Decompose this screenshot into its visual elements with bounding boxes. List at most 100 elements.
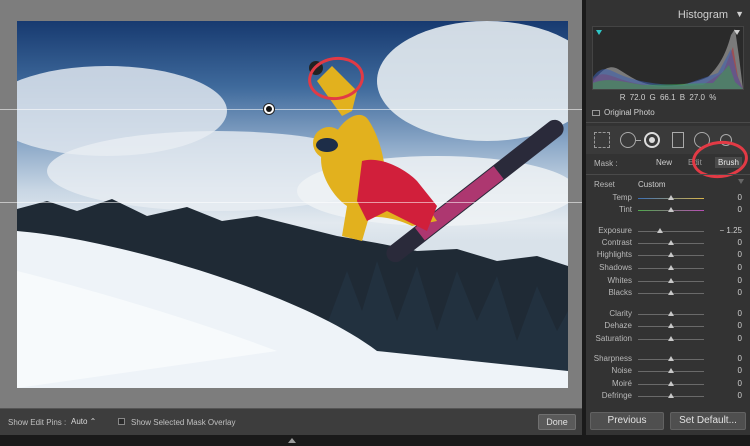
show-mask-overlay-label[interactable]: Show Selected Mask Overlay — [131, 418, 236, 427]
mask-label: Mask : — [594, 159, 618, 168]
slider-defringe[interactable]: Defringe 0 — [586, 390, 750, 402]
slider-value[interactable]: 0 — [738, 334, 742, 343]
edited-photo[interactable] — [17, 21, 568, 388]
slider-temp[interactable]: Temp 0 — [586, 192, 750, 204]
filmstrip-toggle-strip — [0, 435, 750, 446]
graduated-filter-icon[interactable] — [672, 132, 684, 148]
r-label: R — [619, 93, 626, 102]
slider-exposure[interactable]: Exposure − 1.25 — [586, 225, 750, 237]
histogram-title: Histogram — [677, 9, 728, 21]
slider-label: Highlights — [596, 250, 632, 259]
slider-thumb[interactable] — [668, 356, 674, 361]
slider-noise[interactable]: Noise 0 — [586, 365, 750, 377]
slider-thumb[interactable] — [668, 207, 674, 212]
effect-preset-select[interactable]: Custom — [638, 180, 666, 189]
crop-overlay-icon[interactable] — [594, 132, 610, 148]
triangle-down-icon[interactable]: ▼ — [735, 9, 744, 19]
slider-thumb[interactable] — [668, 393, 674, 398]
slider-label: Shadows — [599, 263, 632, 272]
slider-blacks[interactable]: Blacks 0 — [586, 287, 750, 299]
slider-moir[interactable]: Moiré 0 — [586, 378, 750, 390]
slider-thumb[interactable] — [668, 381, 674, 386]
slider-thumb[interactable] — [668, 368, 674, 373]
photo-canvas-area[interactable] — [0, 0, 582, 408]
slider-thumb[interactable] — [668, 240, 674, 245]
slider-thumb[interactable] — [668, 290, 674, 295]
slider-label: Moiré — [611, 379, 632, 388]
slider-value[interactable]: 0 — [738, 288, 742, 297]
slider-value[interactable]: 0 — [738, 354, 742, 363]
red-eye-icon[interactable] — [644, 132, 660, 148]
snowboarder-photo-illustration — [17, 21, 568, 388]
slider-value[interactable]: 0 — [738, 276, 742, 285]
slider-label: Clarity — [609, 309, 632, 318]
slider-whites[interactable]: Whites 0 — [586, 275, 750, 287]
graduated-guide-line-top[interactable] — [0, 109, 582, 110]
b-label: B — [679, 93, 686, 102]
slider-thumb[interactable] — [668, 311, 674, 316]
slider-dehaze[interactable]: Dehaze 0 — [586, 320, 750, 332]
show-edit-pins-select[interactable]: Auto ⌃ — [71, 417, 96, 426]
slider-value[interactable]: 0 — [738, 379, 742, 388]
slider-value[interactable]: 0 — [738, 309, 742, 318]
original-photo-icon — [592, 109, 600, 116]
histogram-curves — [593, 29, 743, 89]
slider-label: Sharpness — [593, 354, 632, 363]
slider-value[interactable]: 0 — [738, 366, 742, 375]
slider-value[interactable]: 0 — [738, 263, 742, 272]
histogram-header[interactable]: Histogram ▼ — [586, 3, 750, 25]
reset-button[interactable]: Reset — [594, 180, 615, 189]
panel-collapse-icon[interactable] — [738, 179, 744, 184]
reset-row: Reset Custom — [586, 178, 750, 190]
previous-button[interactable]: Previous — [590, 412, 664, 430]
slider-value[interactable]: 0 — [738, 391, 742, 400]
slider-label: Saturation — [595, 334, 632, 343]
slider-value[interactable]: 0 — [738, 193, 742, 202]
original-photo-toggle[interactable]: Original Photo — [592, 108, 655, 117]
divider — [586, 122, 750, 123]
graduated-guide-line-bottom[interactable] — [0, 202, 582, 203]
r-value: 72.0 — [629, 93, 646, 102]
slider-thumb[interactable] — [668, 323, 674, 328]
slider-thumb[interactable] — [668, 278, 674, 283]
edit-pin[interactable] — [263, 103, 275, 115]
slider-value[interactable]: 0 — [738, 205, 742, 214]
slider-value[interactable]: 0 — [738, 238, 742, 247]
slider-thumb[interactable] — [668, 252, 674, 257]
slider-value[interactable]: − 1.25 — [720, 226, 742, 235]
slider-track[interactable] — [638, 231, 704, 232]
g-label: G — [649, 93, 656, 102]
done-button[interactable]: Done — [538, 414, 576, 430]
slider-label: Noise — [611, 366, 632, 375]
slider-tint[interactable]: Tint 0 — [586, 204, 750, 216]
b-value: 27.0 — [689, 93, 705, 102]
slider-contrast[interactable]: Contrast 0 — [586, 237, 750, 249]
slider-value[interactable]: 0 — [738, 250, 742, 259]
slider-label: Blacks — [608, 288, 632, 297]
slider-saturation[interactable]: Saturation 0 — [586, 333, 750, 345]
mask-new-button[interactable]: New — [656, 158, 672, 167]
slider-highlights[interactable]: Highlights 0 — [586, 249, 750, 261]
slider-sharpness[interactable]: Sharpness 0 — [586, 353, 750, 365]
slider-clarity[interactable]: Clarity 0 — [586, 308, 750, 320]
show-mask-overlay-checkbox[interactable] — [118, 418, 125, 425]
slider-thumb[interactable] — [668, 265, 674, 270]
slider-value[interactable]: 0 — [738, 321, 742, 330]
filmstrip-toggle-icon[interactable] — [288, 438, 296, 443]
original-photo-label: Original Photo — [604, 108, 655, 117]
set-default-button[interactable]: Set Default... — [670, 412, 746, 430]
percent-unit: % — [709, 93, 717, 102]
spot-removal-icon[interactable] — [620, 132, 641, 148]
slider-thumb[interactable] — [657, 228, 664, 233]
g-value: 66.1 — [659, 93, 676, 102]
slider-label: Contrast — [601, 238, 632, 247]
histogram-graph[interactable] — [592, 26, 744, 90]
slider-thumb[interactable] — [668, 195, 674, 200]
panel-buttons: Previous Set Default... — [586, 408, 750, 435]
slider-label: Exposure — [598, 226, 632, 235]
slider-label: Dehaze — [604, 321, 632, 330]
bottom-toolbar: Show Edit Pins : Auto ⌃ Show Selected Ma… — [0, 408, 582, 435]
slider-thumb[interactable] — [668, 336, 674, 341]
slider-shadows[interactable]: Shadows 0 — [586, 262, 750, 274]
develop-right-panel: Histogram ▼ R 72.0 G 66.1 B 27.0 % Origi… — [586, 0, 750, 435]
